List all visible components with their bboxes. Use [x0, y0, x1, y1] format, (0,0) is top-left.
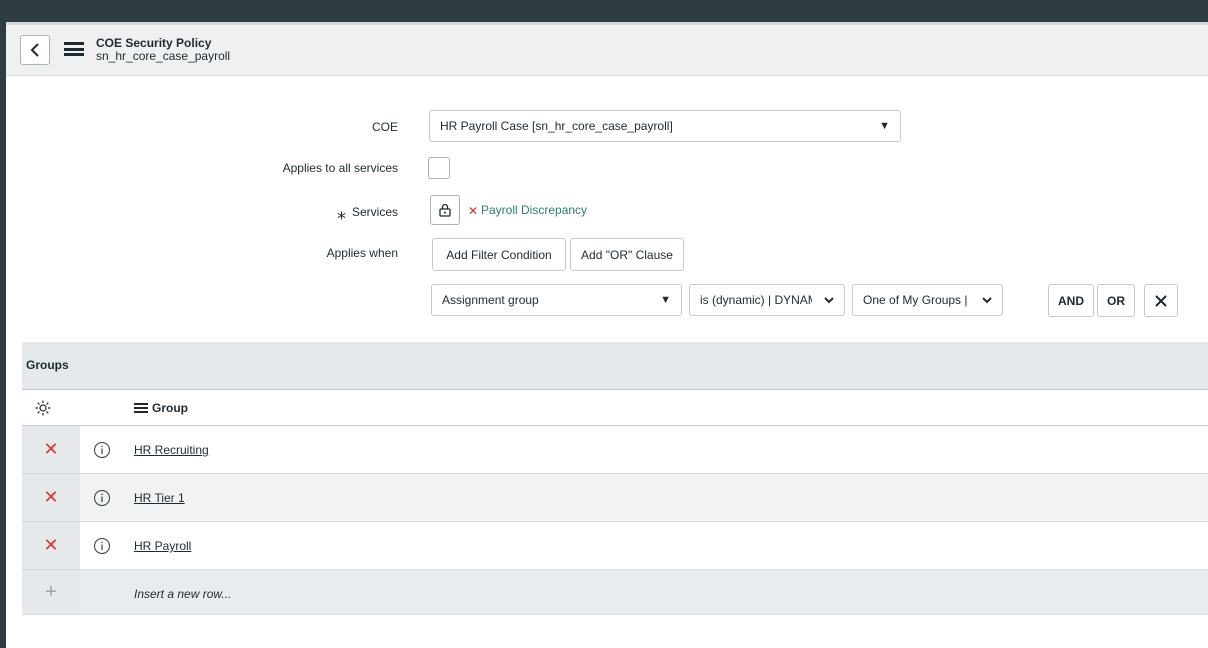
left-edge-bar: [0, 22, 6, 648]
filter-value-value: One of My Groups |: [863, 293, 968, 307]
delete-row-icon[interactable]: ✕: [22, 522, 80, 569]
groups-list: Groups Group ✕ HR Recruiting ✕ HR Tier 1…: [22, 342, 1208, 615]
delete-row-icon[interactable]: ✕: [22, 426, 80, 473]
filter-field-value: Assignment group: [442, 293, 539, 307]
group-link[interactable]: HR Recruiting: [134, 443, 209, 457]
group-column-header[interactable]: Group: [134, 401, 188, 415]
page-subtitle: sn_hr_core_case_payroll: [96, 49, 231, 63]
table-row: ✕ HR Payroll: [22, 522, 1208, 570]
group-link[interactable]: HR Tier 1: [134, 491, 185, 505]
close-icon: [1155, 294, 1167, 307]
table-row: ✕ HR Tier 1: [22, 474, 1208, 522]
filter-value-select[interactable]: One of My Groups |: [852, 284, 1003, 316]
column-header-row: Group: [22, 390, 1208, 426]
remove-service-icon[interactable]: ✕: [468, 204, 478, 218]
coe-value: HR Payroll Case [sn_hr_core_case_payroll…: [440, 119, 673, 133]
insert-row[interactable]: + Insert a new row...: [22, 570, 1208, 615]
plus-icon: +: [22, 570, 80, 614]
add-filter-condition-button[interactable]: Add Filter Condition: [432, 238, 566, 271]
hamburger-menu-icon[interactable]: [64, 42, 84, 56]
coe-select[interactable]: HR Payroll Case [sn_hr_core_case_payroll…: [429, 110, 901, 142]
filter-operator-select[interactable]: is (dynamic) | DYNAM: [689, 284, 845, 316]
applies-all-checkbox[interactable]: [428, 157, 450, 179]
groups-title: Groups: [26, 358, 69, 372]
info-icon[interactable]: [93, 537, 111, 555]
service-link[interactable]: Payroll Discrepancy: [481, 203, 587, 217]
info-icon[interactable]: [93, 441, 111, 459]
caret-down-icon: ▼: [660, 294, 671, 306]
chevron-down-icon: [824, 297, 834, 304]
applies-all-label: Applies to all services: [282, 161, 398, 175]
top-bar: [0, 0, 1208, 22]
required-asterisk-icon: ⁎: [336, 203, 346, 223]
insert-row-label[interactable]: Insert a new row...: [134, 587, 231, 601]
lock-icon: [439, 203, 451, 217]
group-column-label: Group: [152, 401, 188, 415]
add-or-clause-button[interactable]: Add "OR" Clause: [570, 238, 684, 271]
and-button[interactable]: AND: [1048, 284, 1094, 317]
services-label-text: Services: [351, 205, 398, 219]
group-link[interactable]: HR Payroll: [134, 539, 191, 553]
chevron-down-icon: [982, 297, 992, 304]
back-button[interactable]: [20, 35, 50, 65]
form-header: COE Security Policy sn_hr_core_case_payr…: [6, 22, 1208, 76]
column-menu-icon[interactable]: [134, 403, 148, 413]
groups-header: Groups: [22, 342, 1208, 390]
remove-condition-button[interactable]: [1144, 284, 1178, 317]
filter-operator-value: is (dynamic) | DYNAM: [700, 293, 812, 307]
filter-field-select[interactable]: Assignment group ▼: [431, 284, 682, 316]
services-label: ⁎ Services: [8, 203, 398, 224]
caret-down-icon: ▼: [879, 120, 890, 132]
info-icon[interactable]: [93, 489, 111, 507]
gear-icon[interactable]: [34, 399, 52, 417]
unlock-button[interactable]: [430, 195, 460, 225]
table-row: ✕ HR Recruiting: [22, 426, 1208, 474]
coe-label: COE: [371, 120, 398, 134]
applies-when-label: Applies when: [326, 246, 398, 260]
delete-row-icon[interactable]: ✕: [22, 474, 80, 521]
chevron-left-icon: [30, 43, 39, 57]
or-button[interactable]: OR: [1097, 284, 1135, 317]
